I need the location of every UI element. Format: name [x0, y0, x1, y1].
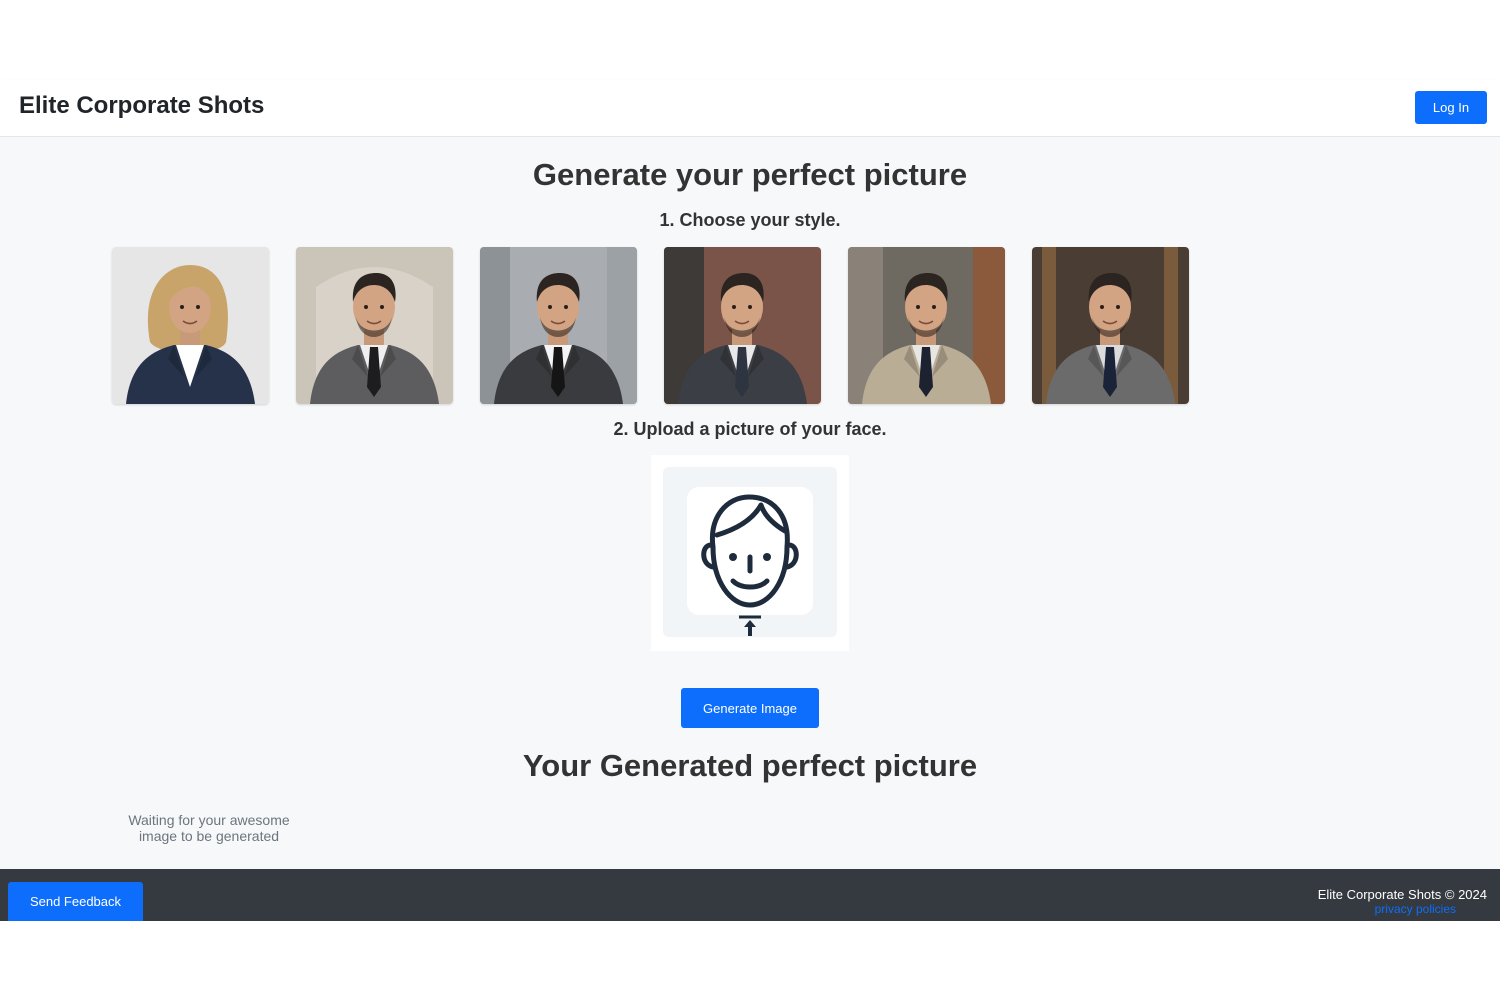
portrait-image: [296, 247, 453, 404]
login-button[interactable]: Log In: [1415, 91, 1487, 124]
portrait-image: [848, 247, 1005, 404]
step-choose-style: 1. Choose your style.: [659, 210, 841, 230]
face-outline-icon: [701, 494, 799, 608]
style-beige-suit-office[interactable]: [848, 247, 1005, 404]
style-dark-suit-brick[interactable]: [664, 247, 821, 404]
portrait-image: [664, 247, 821, 404]
main-content: Generate your perfect picture 1. Choose …: [0, 137, 1500, 869]
style-woman-navy-blazer[interactable]: [112, 247, 269, 404]
portrait-image: [112, 247, 269, 404]
page: Elite Corporate Shots Log In Generate yo…: [0, 0, 1500, 1000]
upload-area: [663, 467, 837, 637]
portrait-image: [1032, 247, 1189, 404]
style-gallery: [112, 247, 1192, 405]
page-title: Generate your perfect picture: [532, 157, 968, 192]
face-upload-dropzone[interactable]: [651, 455, 849, 651]
send-feedback-button[interactable]: Send Feedback: [8, 882, 143, 921]
copyright-text: Elite Corporate Shots © 2024: [1317, 887, 1487, 902]
face-placeholder: [687, 487, 813, 615]
upload-arrow-icon: [739, 615, 761, 636]
style-charcoal-suit-city[interactable]: [480, 247, 637, 404]
footer: Send Feedback Elite Corporate Shots © 20…: [0, 869, 1500, 921]
waiting-message: Waiting for your awesome image to be gen…: [128, 812, 290, 844]
portrait-image: [480, 247, 637, 404]
generate-image-button[interactable]: Generate Image: [681, 688, 819, 728]
result-title: Your Generated perfect picture: [522, 748, 978, 783]
style-grey-suit-arch[interactable]: [296, 247, 453, 404]
navbar: Elite Corporate Shots Log In: [0, 80, 1500, 137]
step-upload-face: 2. Upload a picture of your face.: [613, 419, 887, 439]
brand-title[interactable]: Elite Corporate Shots: [19, 92, 264, 120]
privacy-policies-link[interactable]: privacy policies: [1375, 902, 1456, 916]
style-grey-suit-wood[interactable]: [1032, 247, 1189, 404]
